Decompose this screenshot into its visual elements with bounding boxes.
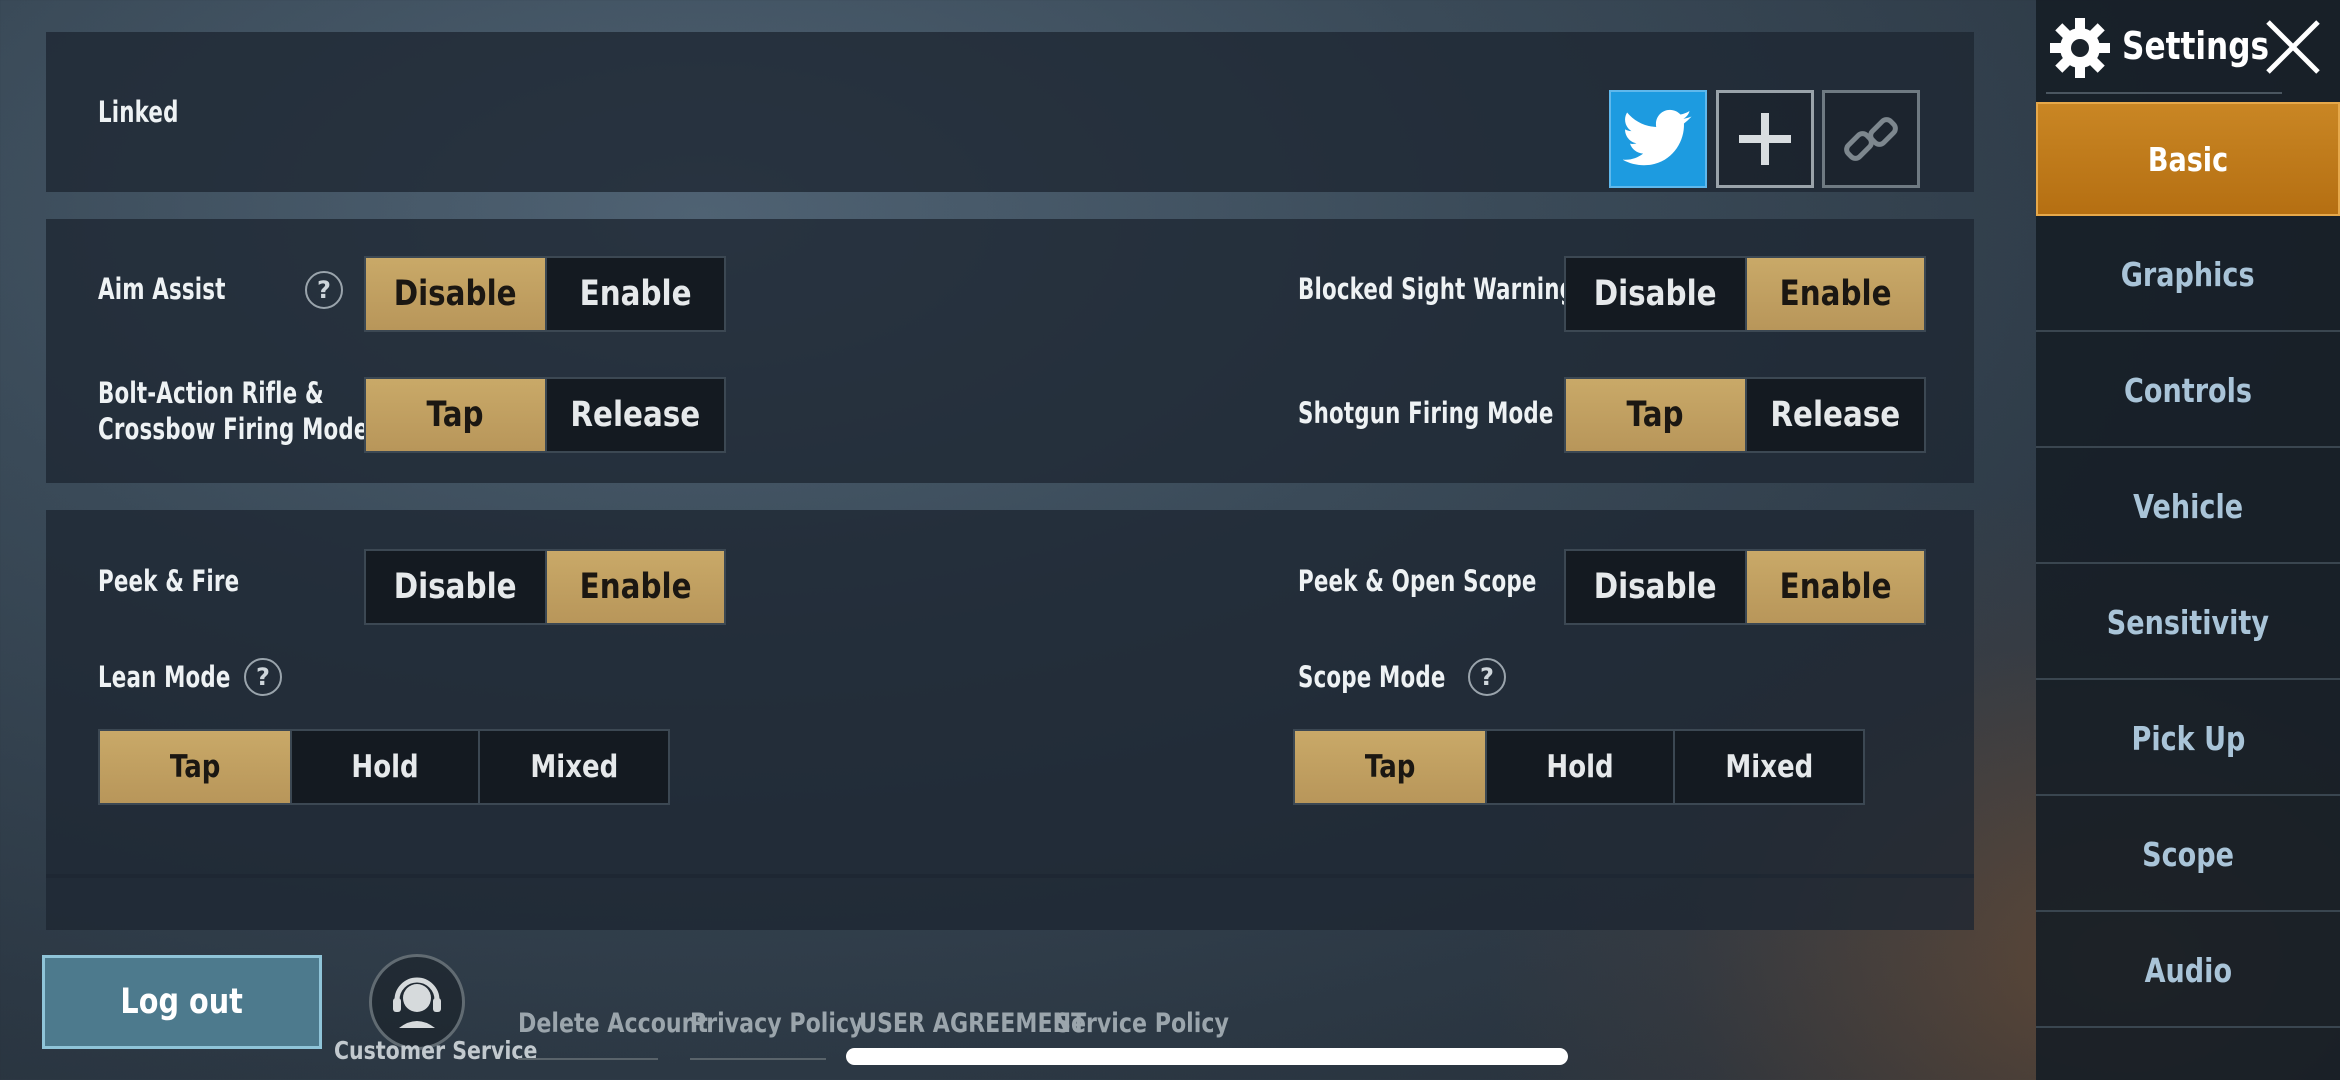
peek-scope-enable-option[interactable]: Enable: [1745, 551, 1924, 623]
service-policy-link[interactable]: Service Policy: [1055, 1008, 1229, 1039]
bolt-action-toggle: Tap Release: [364, 377, 726, 453]
linked-panel: Linked: [46, 32, 1974, 192]
settings-title: Settings: [2122, 24, 2270, 68]
lean-mode-help-icon[interactable]: ?: [244, 658, 282, 696]
peek-scope-panel: Peek & Fire Disable Enable Peek & Open S…: [46, 510, 1974, 878]
shotgun-tap-option[interactable]: Tap: [1566, 379, 1745, 451]
peek-fire-label: Peek & Fire: [98, 564, 240, 598]
delete-account-underline: [518, 1058, 658, 1060]
aim-assist-disable-option[interactable]: Disable: [366, 258, 545, 330]
privacy-policy-underline: [690, 1058, 826, 1060]
user-agreement-link[interactable]: USER AGREEMENT: [859, 1008, 1086, 1039]
sidebar-header-divider: [2046, 92, 2282, 94]
scope-mode-mixed-option[interactable]: Mixed: [1673, 731, 1863, 803]
sidebar-item-scope[interactable]: Scope: [2036, 798, 2340, 912]
plus-icon: [1739, 113, 1791, 165]
peek-scope-disable-option[interactable]: Disable: [1566, 551, 1745, 623]
bolt-action-label-line1: Bolt-Action Rifle &: [98, 376, 324, 410]
lean-mode-mixed-option[interactable]: Mixed: [478, 731, 668, 803]
settings-sidebar: Settings Basic Graphics Controls Vehicle…: [2036, 0, 2340, 1080]
firing-settings-panel: Aim Assist ? Disable Enable Blocked Sigh…: [46, 219, 1974, 483]
bolt-action-release-option[interactable]: Release: [545, 379, 724, 451]
scope-mode-toggle: Tap Hold Mixed: [1293, 729, 1865, 805]
linked-label: Linked: [98, 95, 179, 129]
bolt-action-label-line2: Crossbow Firing Mode: [98, 412, 369, 446]
gear-icon: [2050, 18, 2110, 78]
close-icon[interactable]: [2262, 16, 2324, 78]
next-settings-panel: [46, 874, 1974, 930]
sidebar-header: Settings: [2036, 0, 2340, 96]
sidebar-item-controls[interactable]: Controls: [2036, 334, 2340, 448]
blocked-sight-enable-option[interactable]: Enable: [1745, 258, 1924, 330]
scope-mode-help-icon[interactable]: ?: [1468, 658, 1506, 696]
logout-button[interactable]: Log out: [42, 955, 322, 1049]
peek-fire-enable-option[interactable]: Enable: [545, 551, 724, 623]
blocked-sight-warning-toggle: Disable Enable: [1564, 256, 1926, 332]
scope-mode-hold-option[interactable]: Hold: [1485, 731, 1673, 803]
lean-mode-label: Lean Mode: [98, 660, 231, 694]
peek-open-scope-toggle: Disable Enable: [1564, 549, 1926, 625]
sidebar-item-vehicle[interactable]: Vehicle: [2036, 450, 2340, 564]
sidebar-item-basic[interactable]: Basic: [2036, 102, 2340, 216]
sidebar-item-pick-up[interactable]: Pick Up: [2036, 682, 2340, 796]
scope-mode-tap-option[interactable]: Tap: [1295, 731, 1485, 803]
home-indicator[interactable]: [846, 1048, 1568, 1065]
peek-fire-disable-option[interactable]: Disable: [366, 551, 545, 623]
lean-mode-tap-option[interactable]: Tap: [100, 731, 290, 803]
delete-account-link[interactable]: Delete Account: [518, 1008, 708, 1039]
customer-service-label[interactable]: Customer Service: [334, 1036, 537, 1065]
headset-icon: [393, 977, 441, 1028]
unlink-icon: [1844, 117, 1898, 161]
blocked-sight-disable-option[interactable]: Disable: [1566, 258, 1745, 330]
unlink-button[interactable]: [1822, 90, 1920, 188]
peek-fire-toggle: Disable Enable: [364, 549, 726, 625]
sidebar-item-sensitivity[interactable]: Sensitivity: [2036, 566, 2340, 680]
sidebar-item-graphics[interactable]: Graphics: [2036, 218, 2340, 332]
aim-assist-enable-option[interactable]: Enable: [545, 258, 724, 330]
lean-mode-hold-option[interactable]: Hold: [290, 731, 478, 803]
twitter-button[interactable]: [1609, 90, 1707, 188]
sidebar-item-audio[interactable]: Audio: [2036, 914, 2340, 1028]
peek-open-scope-label: Peek & Open Scope: [1298, 564, 1537, 598]
lean-mode-toggle: Tap Hold Mixed: [98, 729, 670, 805]
privacy-policy-link[interactable]: Privacy Policy: [690, 1008, 864, 1039]
settings-content[interactable]: Linked Aim Assist ? Disable Enable Block…: [46, 30, 1974, 930]
shotgun-firing-mode-label: Shotgun Firing Mode: [1298, 396, 1554, 430]
aim-assist-help-icon[interactable]: ?: [305, 271, 343, 309]
add-link-button[interactable]: [1716, 90, 1814, 188]
shotgun-firing-mode-toggle: Tap Release: [1564, 377, 1926, 453]
shotgun-release-option[interactable]: Release: [1745, 379, 1924, 451]
scope-mode-label: Scope Mode: [1298, 660, 1446, 694]
aim-assist-toggle: Disable Enable: [364, 256, 726, 332]
bolt-action-tap-option[interactable]: Tap: [366, 379, 545, 451]
aim-assist-label: Aim Assist: [98, 272, 226, 306]
blocked-sight-warning-label: Blocked Sight Warning: [1298, 272, 1576, 306]
twitter-icon: [1623, 109, 1692, 166]
